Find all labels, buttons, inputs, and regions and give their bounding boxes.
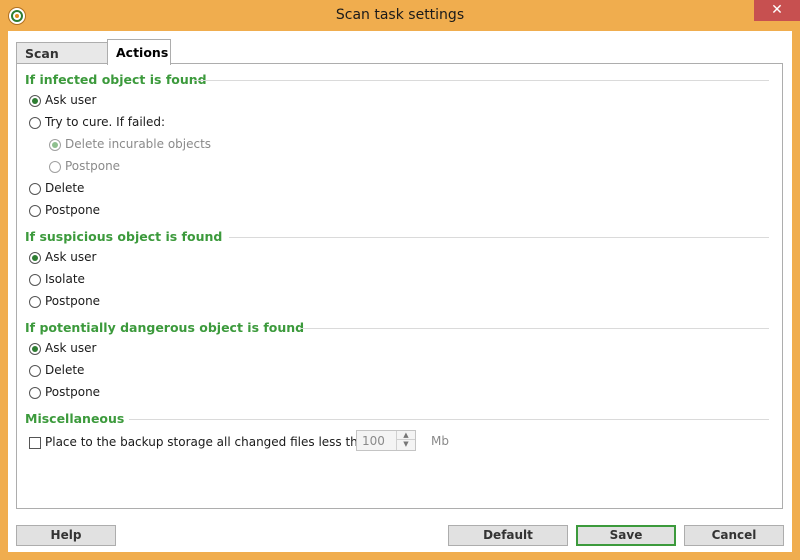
close-icon[interactable]: ✕ bbox=[754, 0, 800, 21]
radio-button[interactable] bbox=[29, 252, 41, 264]
title-bar[interactable]: Scan task settings ✕ bbox=[0, 0, 800, 32]
section-divider bbox=[193, 80, 769, 81]
section-infected-title: If infected object is found bbox=[25, 72, 207, 87]
backup-size-value: 100 bbox=[362, 434, 385, 448]
checkbox[interactable] bbox=[29, 437, 41, 449]
radio-button[interactable] bbox=[29, 343, 41, 355]
help-button[interactable]: Help bbox=[16, 525, 116, 546]
default-button[interactable]: Default bbox=[448, 525, 568, 546]
radio-button[interactable] bbox=[29, 274, 41, 286]
save-button[interactable]: Save bbox=[576, 525, 676, 546]
tab-scan-modes[interactable]: Scan modes bbox=[16, 42, 108, 82]
stepper-arrows[interactable]: ▲ ▼ bbox=[396, 431, 415, 450]
stepper-down-icon[interactable]: ▼ bbox=[397, 440, 415, 449]
backup-size-unit: Mb bbox=[431, 434, 449, 448]
section-dangerous-title: If potentially dangerous object is found bbox=[25, 320, 305, 335]
window-title: Scan task settings bbox=[335, 7, 465, 23]
cancel-button[interactable]: Cancel bbox=[684, 525, 784, 546]
backup-size-stepper[interactable]: 100 ▲ ▼ bbox=[356, 430, 416, 451]
radio-button[interactable] bbox=[29, 95, 41, 107]
section-suspicious-title: If suspicious object is found bbox=[25, 229, 223, 244]
radio-button[interactable] bbox=[49, 161, 61, 173]
radio-button[interactable] bbox=[29, 117, 41, 129]
section-misc-title: Miscellaneous bbox=[25, 411, 125, 426]
stepper-up-icon[interactable]: ▲ bbox=[397, 431, 415, 440]
section-divider bbox=[229, 237, 769, 238]
section-divider bbox=[129, 419, 769, 420]
radio-button[interactable] bbox=[29, 183, 41, 195]
radio-button[interactable] bbox=[29, 205, 41, 217]
scan-task-settings-window: Scan task settings ✕ Scan modes Actions … bbox=[0, 0, 800, 560]
radio-button[interactable] bbox=[29, 296, 41, 308]
dialog-body: Scan modes Actions If infected object is… bbox=[8, 31, 792, 552]
radio-button[interactable] bbox=[29, 365, 41, 377]
radio-button[interactable] bbox=[49, 139, 61, 151]
radio-button[interactable] bbox=[29, 387, 41, 399]
tab-actions[interactable]: Actions bbox=[107, 39, 171, 65]
section-divider bbox=[301, 328, 769, 329]
